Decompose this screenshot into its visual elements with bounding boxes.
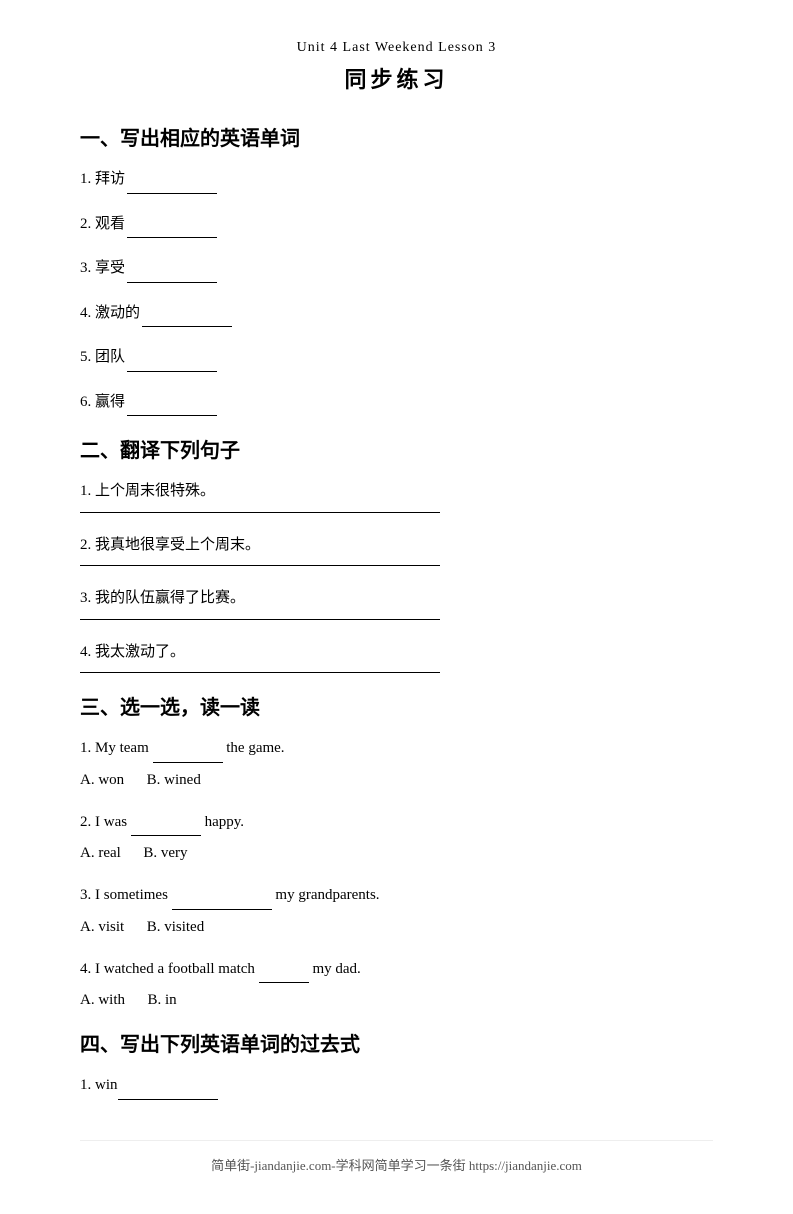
blank	[127, 237, 217, 238]
blank	[153, 762, 223, 763]
list-item: 1. 拜访	[80, 165, 713, 194]
list-item: 2. 观看	[80, 210, 713, 239]
q3-text: 享受	[95, 260, 125, 276]
s3q1-optB: B. wined	[147, 772, 201, 788]
list-item: 4. 我太激动了。	[80, 638, 713, 674]
s3q2-optB: B. very	[143, 845, 187, 861]
section3-questions: 1. My team the game. A. won B. wined 2. …	[80, 734, 713, 1014]
list-item: A. visit B. visited	[80, 914, 713, 941]
q3-num: 3.	[80, 260, 91, 276]
list-item: A. won B. wined	[80, 767, 713, 794]
q5-text: 团队	[95, 349, 125, 365]
q4-num: 4.	[80, 305, 91, 321]
list-item: 5. 团队	[80, 343, 713, 372]
s3q3-after: my grandparents.	[275, 887, 379, 903]
section3-title: 三、选一选，读一读	[80, 691, 713, 720]
list-item: 3. I sometimes my grandparents.	[80, 881, 713, 910]
list-item: A. real B. very	[80, 840, 713, 867]
s3q4-optB: B. in	[148, 992, 177, 1008]
s3q3-optB: B. visited	[147, 919, 205, 935]
page-subtitle: Unit 4 Last Weekend Lesson 3	[80, 40, 713, 56]
s3q2-after: happy.	[205, 814, 244, 830]
q6-num: 6.	[80, 394, 91, 410]
q2-text: 观看	[95, 216, 125, 232]
answer-line	[80, 512, 440, 513]
footer: 简单街-jiandanjie.com-学科网简单学习一条街 https://ji…	[80, 1140, 713, 1174]
blank	[127, 415, 217, 416]
t1-num: 1.	[80, 483, 91, 499]
list-item: 2. 我真地很享受上个周末。	[80, 531, 713, 567]
q5-num: 5.	[80, 349, 91, 365]
s3q4-after: my dad.	[312, 961, 360, 977]
s3q4-optA: A. with	[80, 992, 125, 1008]
list-item: A. with B. in	[80, 987, 713, 1014]
t4-text: 我太激动了。	[95, 644, 185, 660]
t1-text: 上个周末很特殊。	[95, 483, 215, 499]
list-item: 1. 上个周末很特殊。	[80, 477, 713, 513]
q6-text: 赢得	[95, 394, 125, 410]
s3q1-num: 1.	[80, 740, 91, 756]
t4-num: 4.	[80, 644, 91, 660]
t3-num: 3.	[80, 590, 91, 606]
list-item: 4. I watched a football match my dad.	[80, 955, 713, 984]
q4-text: 激动的	[95, 305, 140, 321]
s3q2-optA: A. real	[80, 845, 121, 861]
section4-title: 四、写出下列英语单词的过去式	[80, 1028, 713, 1057]
t2-num: 2.	[80, 537, 91, 553]
s3q1-before: My team	[95, 740, 149, 756]
section1-title: 一、写出相应的英语单词	[80, 122, 713, 151]
s3q4-before: I watched a football match	[95, 961, 255, 977]
t2-text: 我真地很享受上个周末。	[95, 537, 260, 553]
q1-text: 拜访	[95, 171, 125, 187]
t3-text: 我的队伍赢得了比赛。	[95, 590, 245, 606]
blank	[127, 193, 217, 194]
blank	[127, 371, 217, 372]
s3q3-optA: A. visit	[80, 919, 124, 935]
list-item: 6. 赢得	[80, 388, 713, 417]
blank	[127, 282, 217, 283]
list-item: 3. 我的队伍赢得了比赛。	[80, 584, 713, 620]
list-item: 4. 激动的	[80, 299, 713, 328]
answer-line	[80, 672, 440, 673]
s3q4-num: 4.	[80, 961, 91, 977]
answer-line	[80, 619, 440, 620]
answer-line	[80, 565, 440, 566]
section2-title: 二、翻译下列句子	[80, 434, 713, 463]
list-item: 3. 享受	[80, 254, 713, 283]
blank	[118, 1099, 218, 1100]
s3q1-after: the game.	[226, 740, 284, 756]
blank	[142, 326, 232, 327]
blank	[172, 909, 272, 910]
list-item: 1. win	[80, 1071, 713, 1100]
list-item: 2. I was happy.	[80, 808, 713, 837]
s3q3-num: 3.	[80, 887, 91, 903]
blank	[131, 835, 201, 836]
s3q2-num: 2.	[80, 814, 91, 830]
list-item: 1. My team the game.	[80, 734, 713, 763]
section2-questions: 1. 上个周末很特殊。 2. 我真地很享受上个周末。 3. 我的队伍赢得了比赛。…	[80, 477, 713, 673]
section1-questions: 1. 拜访 2. 观看 3. 享受 4. 激动的 5. 团队 6. 赢得	[80, 165, 713, 416]
section4-questions: 1. win	[80, 1071, 713, 1100]
q1-num: 1.	[80, 171, 91, 187]
blank	[259, 982, 309, 983]
q2-num: 2.	[80, 216, 91, 232]
page-title: 同步练习	[80, 62, 713, 94]
s4q1-text: win	[95, 1077, 118, 1093]
s3q2-before: I was	[95, 814, 127, 830]
s3q1-optA: A. won	[80, 772, 124, 788]
s4q1-num: 1.	[80, 1077, 91, 1093]
s3q3-before: I sometimes	[95, 887, 168, 903]
